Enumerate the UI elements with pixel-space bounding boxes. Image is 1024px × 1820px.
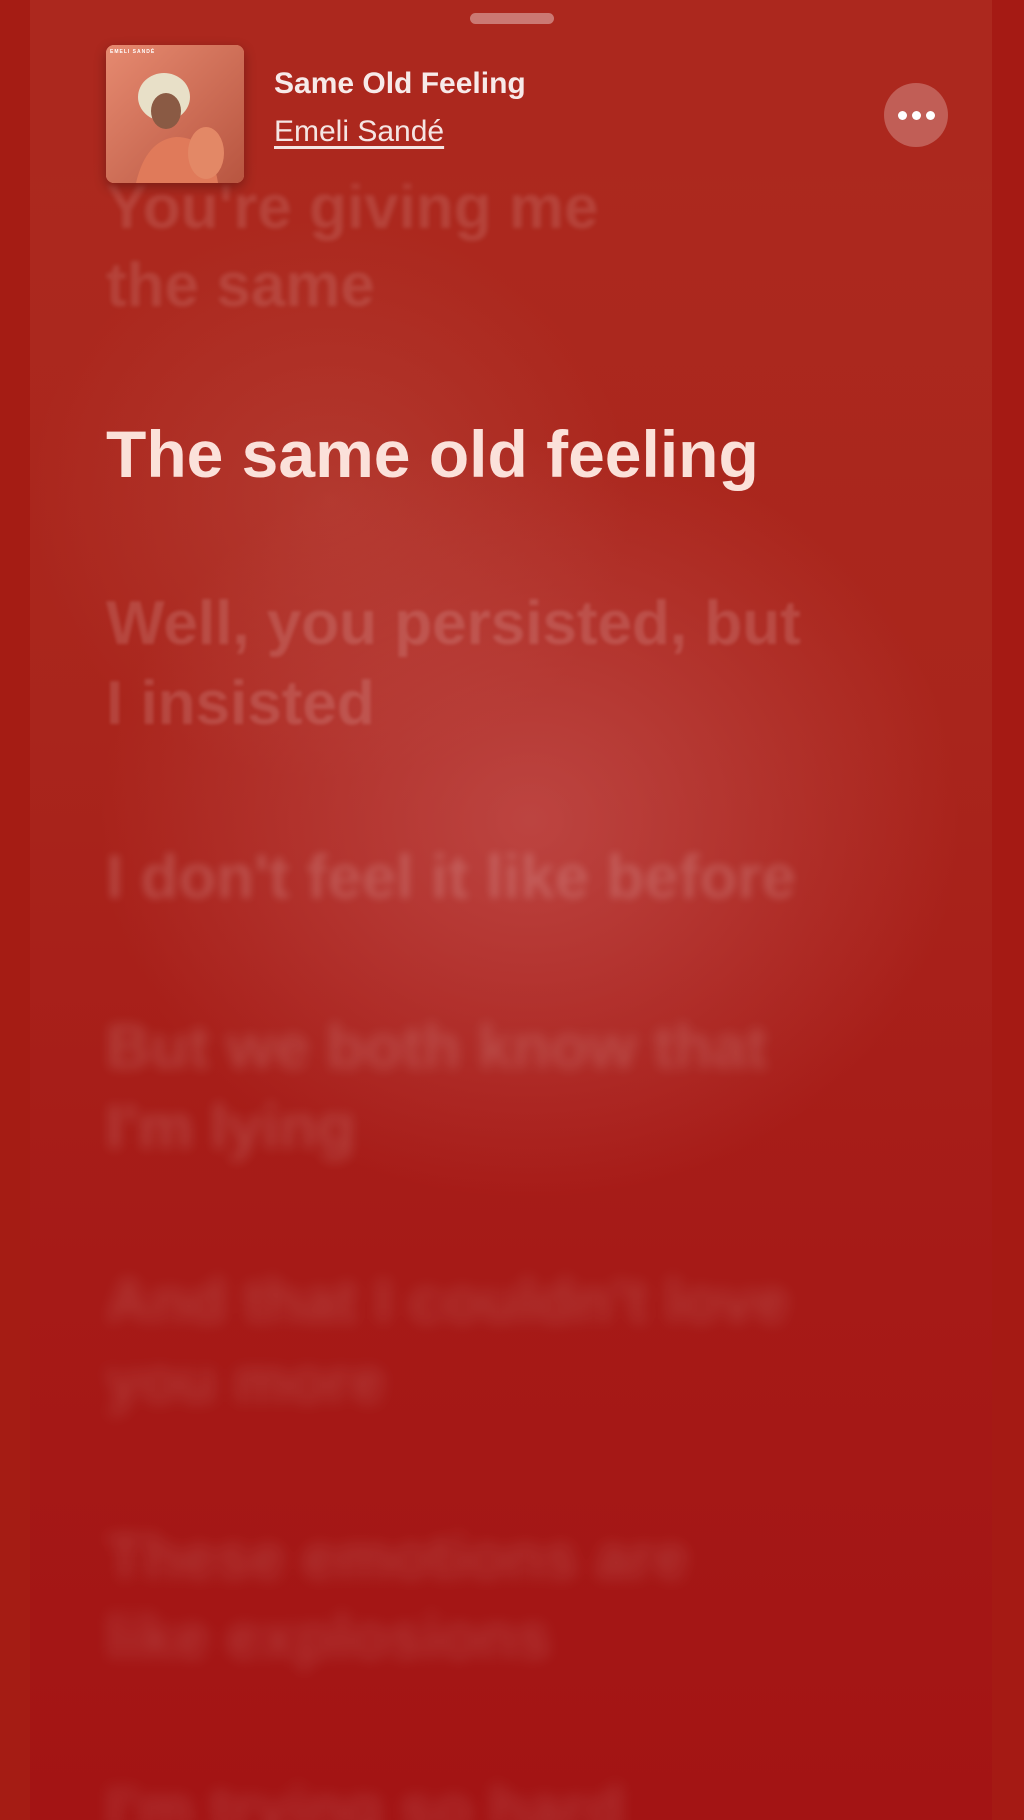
album-art-label: EMELI SANDÉ [110,49,156,55]
lyric-line[interactable]: like explosions [106,1598,551,1678]
lyric-line[interactable]: you more [106,1342,385,1422]
lyric-line-current[interactable]: The same old feeling [106,414,759,494]
album-artwork-image [106,45,244,183]
ellipsis-icon [897,110,907,120]
ellipsis-icon [911,110,921,120]
backdrop-left-edge [0,0,30,1820]
lyric-line[interactable]: But we both know that [106,1008,767,1088]
lyric-line[interactable]: Well, you persisted, but [106,584,801,664]
lyrics-list[interactable]: You're giving me the same The same old f… [106,0,906,1820]
now-playing-header: EMELI SANDÉ Same Old Feeling Emeli Sandé [106,45,956,185]
lyric-line[interactable]: These emotions are [106,1518,688,1598]
track-title: Same Old Feeling [274,67,526,100]
lyric-line-previous[interactable]: the same [106,246,375,326]
lyric-line[interactable]: And that I couldn't love [106,1262,789,1342]
track-info: Same Old Feeling Emeli Sandé [274,67,526,149]
artist-link[interactable]: Emeli Sandé [274,115,526,149]
more-options-button[interactable] [884,83,948,147]
lyric-line[interactable]: I'm lying [106,1088,355,1168]
lyric-line[interactable]: I'm trying so hard [106,1770,624,1820]
ellipsis-icon [925,110,935,120]
album-artwork[interactable]: EMELI SANDÉ [106,45,244,183]
sheet-grabber-handle[interactable] [470,13,554,24]
lyrics-sheet: You're giving me the same The same old f… [30,0,992,1820]
lyric-line[interactable]: I insisted [106,664,375,744]
backdrop-right-edge [992,0,1024,1820]
lyric-line[interactable]: I don't feel it like before [106,838,796,918]
